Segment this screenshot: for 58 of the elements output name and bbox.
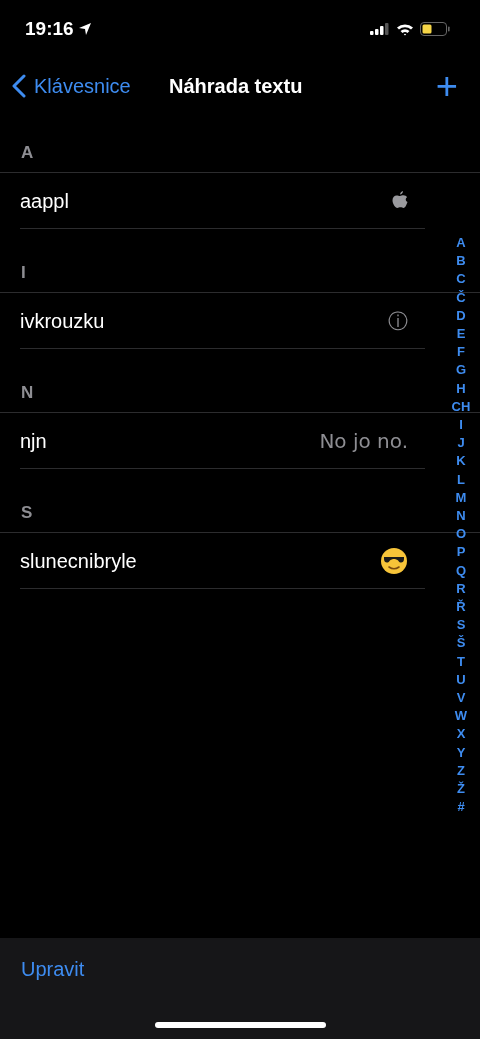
section-header: I <box>21 261 26 284</box>
wifi-icon <box>396 22 414 36</box>
index-letter[interactable]: Č <box>456 288 466 307</box>
edit-button[interactable]: Upravit <box>21 954 85 984</box>
shortcut-row[interactable]: ivkrouzku ⓘ <box>20 293 425 349</box>
index-letter[interactable]: Z <box>457 761 465 781</box>
index-letter[interactable]: O <box>455 525 467 544</box>
battery-icon <box>420 22 450 36</box>
index-letter[interactable]: Š <box>456 634 466 653</box>
index-letter[interactable]: B <box>456 252 466 271</box>
signal-icon <box>370 23 390 35</box>
index-letter[interactable]: Ž <box>457 780 465 799</box>
index-letter[interactable]: P <box>456 543 466 562</box>
shortcut-text: ivkrouzku <box>20 308 105 334</box>
index-letter[interactable]: U <box>456 670 466 690</box>
index-letter[interactable]: J <box>457 434 465 453</box>
index-letter[interactable]: M <box>455 488 467 508</box>
nav-title: Náhrada textu <box>169 74 303 99</box>
index-letter[interactable]: G <box>455 361 467 380</box>
index-letter[interactable]: A <box>456 234 466 253</box>
index-letter[interactable]: E <box>456 325 466 344</box>
index-letter[interactable]: F <box>457 343 465 362</box>
index-letter[interactable]: X <box>456 725 466 744</box>
index-letter[interactable]: W <box>454 707 468 726</box>
index-letter[interactable]: K <box>456 452 466 471</box>
index-letter[interactable]: D <box>456 306 466 325</box>
section-header: S <box>21 501 33 524</box>
status-time: 19:16 <box>25 16 74 41</box>
index-letter[interactable]: T <box>457 652 465 671</box>
index-letter[interactable]: Y <box>456 743 466 762</box>
index-letter[interactable]: Q <box>455 561 467 580</box>
index-letter[interactable]: R <box>456 579 466 599</box>
phrase-text: ⓘ <box>388 307 408 335</box>
index-letter[interactable]: CH <box>451 397 471 417</box>
shortcut-row[interactable]: slunecnibryle <box>20 533 425 589</box>
shortcut-row[interactable]: njn No jo no. <box>20 413 425 469</box>
index-letter[interactable]: C <box>456 270 466 289</box>
index-letter[interactable]: V <box>456 689 466 708</box>
section-header: N <box>21 381 34 404</box>
sunglasses-smiley-icon <box>380 546 408 575</box>
index-letter[interactable]: # <box>457 798 465 817</box>
index-letter[interactable]: S <box>456 616 466 635</box>
index-letter[interactable]: Ř <box>456 598 466 617</box>
shortcut-text: aappl <box>20 188 69 214</box>
shortcut-text: njn <box>20 428 47 454</box>
add-button[interactable]: + <box>435 67 458 105</box>
section-header: A <box>21 141 34 164</box>
back-button[interactable]: Klávesnice <box>12 71 131 101</box>
index-letter[interactable]: I <box>459 416 463 435</box>
chevron-left-icon <box>12 74 26 98</box>
apple-logo-icon <box>392 191 408 210</box>
location-arrow-icon <box>77 22 92 36</box>
index-letter[interactable]: L <box>457 470 465 489</box>
shortcut-text: slunecnibryle <box>20 548 137 574</box>
shortcut-row[interactable]: aappl <box>20 173 425 229</box>
index-letter[interactable]: H <box>456 379 466 398</box>
phrase-text: No jo no. <box>319 427 408 455</box>
index-letter[interactable]: N <box>456 507 466 526</box>
